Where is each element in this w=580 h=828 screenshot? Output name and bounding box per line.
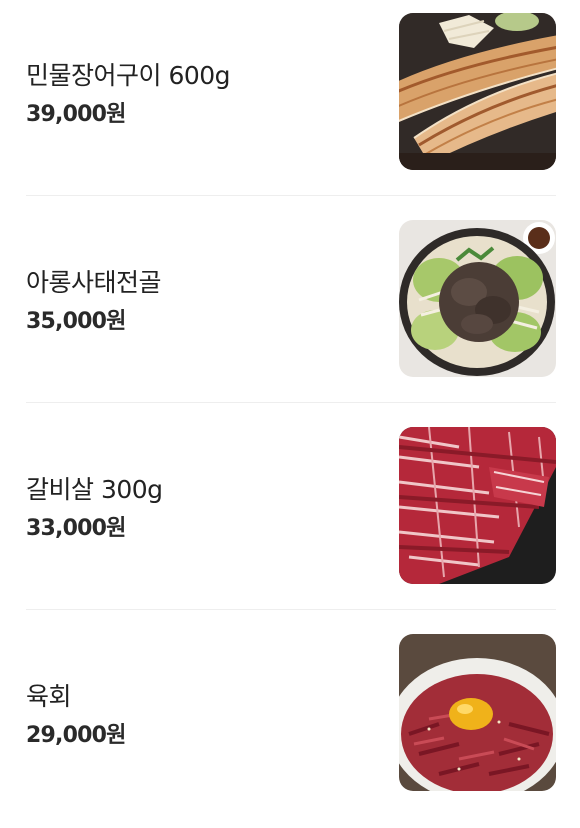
- menu-item-image[interactable]: [399, 634, 556, 791]
- beef-tartare-photo-icon: [399, 634, 556, 791]
- menu-item-name: 갈비살 300g: [26, 475, 163, 504]
- menu-item-price: 29,000원: [26, 723, 126, 748]
- menu-item-name: 민물장어구이 600g: [26, 61, 231, 90]
- raw-rib-meat-photo-icon: [399, 427, 556, 584]
- menu-item-name: 육회: [26, 682, 72, 711]
- divider: [26, 609, 556, 610]
- menu-item-image[interactable]: [399, 13, 556, 170]
- menu-item-image[interactable]: [399, 220, 556, 377]
- menu-item[interactable]: 아롱사태전골 35,000원: [0, 207, 580, 414]
- menu-item-price: 33,000원: [26, 516, 126, 541]
- divider: [26, 195, 556, 196]
- menu-item-name: 아롱사태전골: [26, 268, 162, 297]
- menu-list: 민물장어구이 600g 39,000원 아롱사태전골 35,000원 갈비살 3…: [0, 0, 580, 812]
- menu-item[interactable]: 육회 29,000원: [0, 621, 580, 828]
- menu-item-image[interactable]: [399, 427, 556, 584]
- grilled-eel-photo-icon: [399, 13, 556, 170]
- beef-shank-hotpot-photo-icon: [399, 220, 556, 377]
- menu-item[interactable]: 민물장어구이 600g 39,000원: [0, 0, 580, 207]
- menu-item-price: 35,000원: [26, 309, 126, 334]
- menu-item[interactable]: 갈비살 300g 33,000원: [0, 414, 580, 621]
- menu-item-price: 39,000원: [26, 102, 126, 127]
- divider: [26, 402, 556, 403]
